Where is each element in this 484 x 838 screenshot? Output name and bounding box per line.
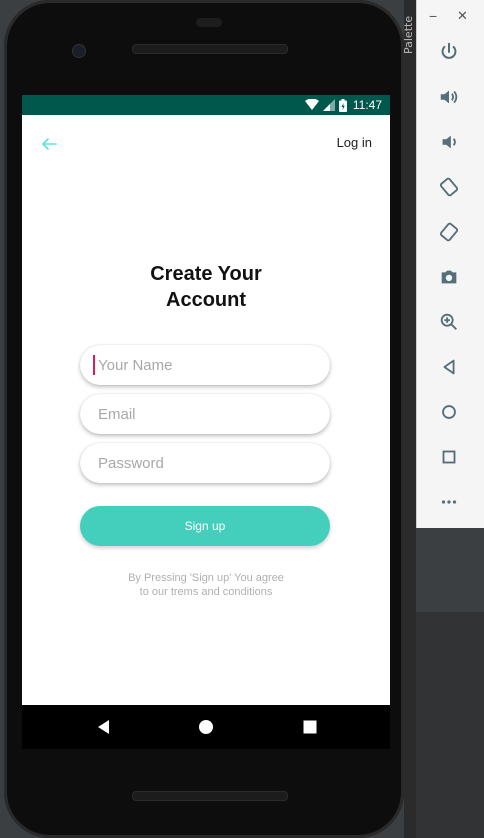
palette-tab[interactable]: Palette xyxy=(402,4,416,66)
volume-up-icon xyxy=(440,90,458,104)
ide-tool-strip xyxy=(404,0,416,838)
terms-text: By Pressing 'Sign up' You agree to our t… xyxy=(22,571,390,599)
terms-line-2: to our trems and conditions xyxy=(139,586,273,598)
emulator-toolbar: − ✕ xyxy=(416,0,484,528)
more-button[interactable] xyxy=(435,488,463,516)
nav-overview-icon[interactable] xyxy=(300,717,320,737)
screenshot-button[interactable] xyxy=(435,263,463,291)
status-bar: 11:47 xyxy=(22,95,390,115)
volume-down-icon xyxy=(442,135,456,149)
more-icon xyxy=(441,500,457,504)
email-field[interactable] xyxy=(80,394,330,434)
minimize-button[interactable]: − xyxy=(429,8,437,24)
power-icon xyxy=(441,42,457,59)
title-line-1: Create Your xyxy=(150,263,262,285)
emu-overview-button[interactable] xyxy=(435,443,463,471)
email-input[interactable] xyxy=(96,404,320,424)
power-button[interactable] xyxy=(435,38,463,66)
status-time: 11:47 xyxy=(352,98,382,112)
emu-home-button[interactable] xyxy=(435,398,463,426)
name-field[interactable] xyxy=(80,345,330,385)
camera-icon xyxy=(441,270,457,284)
rotate-left-icon xyxy=(439,177,459,197)
earpiece xyxy=(196,18,222,27)
back-icon xyxy=(443,359,455,375)
android-nav-bar xyxy=(22,705,390,749)
signal-icon xyxy=(322,99,335,111)
home-icon xyxy=(442,405,456,419)
wifi-icon xyxy=(304,99,319,110)
nav-back-icon[interactable] xyxy=(94,717,114,737)
page-title: Create Your Account xyxy=(22,261,390,313)
signup-button[interactable]: Sign up xyxy=(80,506,330,546)
volume-up-button[interactable] xyxy=(435,83,463,111)
zoom-icon xyxy=(440,313,457,330)
bottom-speaker xyxy=(132,791,288,801)
close-button[interactable]: ✕ xyxy=(457,8,468,24)
volume-down-button[interactable] xyxy=(435,128,463,156)
back-arrow-icon[interactable] xyxy=(40,135,58,153)
top-speaker xyxy=(132,44,288,54)
emu-back-button[interactable] xyxy=(435,353,463,381)
toolbar-window-controls: − ✕ xyxy=(417,8,484,28)
terms-line-1: By Pressing 'Sign up' You agree xyxy=(128,572,284,584)
rotate-left-button[interactable] xyxy=(435,173,463,201)
name-input[interactable] xyxy=(96,355,320,375)
app-screen: 11:47 Log in Create Your Account Sign up… xyxy=(22,95,390,705)
password-input[interactable] xyxy=(96,453,320,473)
nav-home-icon[interactable] xyxy=(196,717,216,737)
rotate-right-button[interactable] xyxy=(435,218,463,246)
rotate-right-icon xyxy=(439,222,459,242)
zoom-button[interactable] xyxy=(435,308,463,336)
phone-frame: 11:47 Log in Create Your Account Sign up… xyxy=(4,0,404,838)
title-line-2: Account xyxy=(166,289,246,311)
text-cursor xyxy=(93,355,95,375)
login-link[interactable]: Log in xyxy=(337,135,372,150)
ide-panel xyxy=(416,612,484,838)
front-camera xyxy=(72,44,86,58)
battery-icon xyxy=(338,98,347,112)
status-icons: 11:47 xyxy=(304,98,382,112)
password-field[interactable] xyxy=(80,443,330,483)
overview-icon xyxy=(442,450,456,464)
